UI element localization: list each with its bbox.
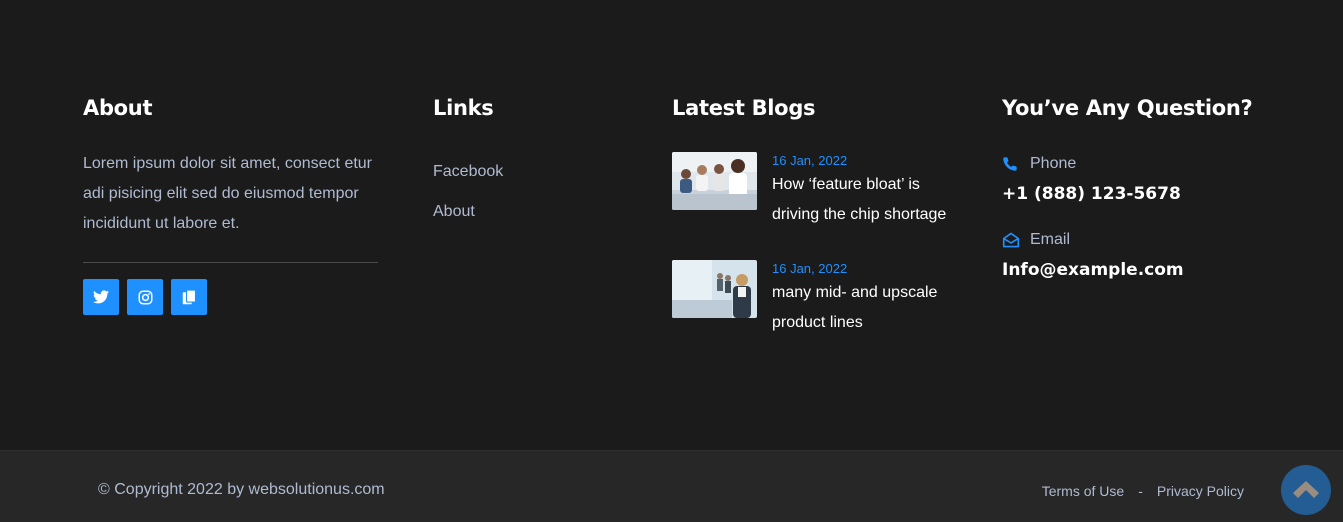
blogs-title: Latest Blogs [672, 96, 816, 120]
about-text: Lorem ipsum dolor sit amet, consect etur… [83, 155, 373, 232]
phone-row: Phone [1002, 155, 1302, 173]
about-title: About [83, 96, 153, 120]
email-row: Email [1002, 231, 1302, 249]
email-label: Email [1030, 231, 1071, 248]
blog-title[interactable]: How ‘feature bloat’ is driving the chip … [772, 170, 962, 230]
blog-body: 16 Jan, 2022 many mid- and upscale produ… [772, 260, 962, 338]
divider [83, 262, 378, 263]
legal-links: Terms of Use - Privacy Policy [1042, 483, 1244, 499]
phone-value[interactable]: +1 (888) 123-5678 [1002, 183, 1302, 205]
blog-body: 16 Jan, 2022 How ‘feature bloat’ is driv… [772, 152, 962, 230]
social-links [83, 279, 378, 315]
privacy-link[interactable]: Privacy Policy [1157, 483, 1244, 499]
copy-button[interactable] [171, 279, 207, 315]
instagram-icon [138, 290, 152, 304]
blog-item[interactable]: 16 Jan, 2022 How ‘feature bloat’ is driv… [672, 152, 972, 230]
back-to-top-button[interactable] [1281, 465, 1331, 515]
footer-main: About Lorem ipsum dolor sit amet, consec… [0, 0, 1343, 450]
link-about[interactable]: About [433, 202, 633, 222]
terms-link[interactable]: Terms of Use [1042, 483, 1124, 499]
contact-title: You’ve Any Question? [1002, 96, 1253, 120]
link-facebook[interactable]: Facebook [433, 162, 633, 182]
blog-date: 16 Jan, 2022 [772, 153, 848, 168]
about-column: About Lorem ipsum dolor sit amet, consec… [83, 94, 378, 315]
chevron-up-icon [1293, 481, 1319, 498]
links-list: Facebook About [433, 162, 633, 222]
twitter-icon [93, 290, 109, 304]
copyright-text: © Copyright 2022 by websolutionus.com [98, 481, 385, 498]
blog-thumbnail[interactable] [672, 260, 757, 318]
footer-bottom-bar: © Copyright 2022 by websolutionus.com Te… [0, 450, 1343, 522]
copy-icon [182, 288, 196, 304]
phone-icon [1002, 155, 1020, 173]
phone-label: Phone [1030, 155, 1077, 172]
links-title: Links [433, 96, 494, 120]
envelope-open-icon [1002, 231, 1020, 249]
email-value[interactable]: Info@example.com [1002, 259, 1302, 281]
blog-date: 16 Jan, 2022 [772, 261, 848, 276]
legal-separator: - [1138, 483, 1143, 499]
blog-thumbnail[interactable] [672, 152, 757, 210]
contact-column: You’ve Any Question? Phone +1 (888) 123-… [1002, 94, 1302, 281]
instagram-button[interactable] [127, 279, 163, 315]
twitter-button[interactable] [83, 279, 119, 315]
blog-title[interactable]: many mid- and upscale product lines [772, 278, 962, 338]
links-column: Links Facebook About [433, 94, 633, 222]
blog-item[interactable]: 16 Jan, 2022 many mid- and upscale produ… [672, 260, 972, 338]
blogs-column: Latest Blogs 16 Jan, 2022 How ‘feature b… [672, 94, 972, 338]
